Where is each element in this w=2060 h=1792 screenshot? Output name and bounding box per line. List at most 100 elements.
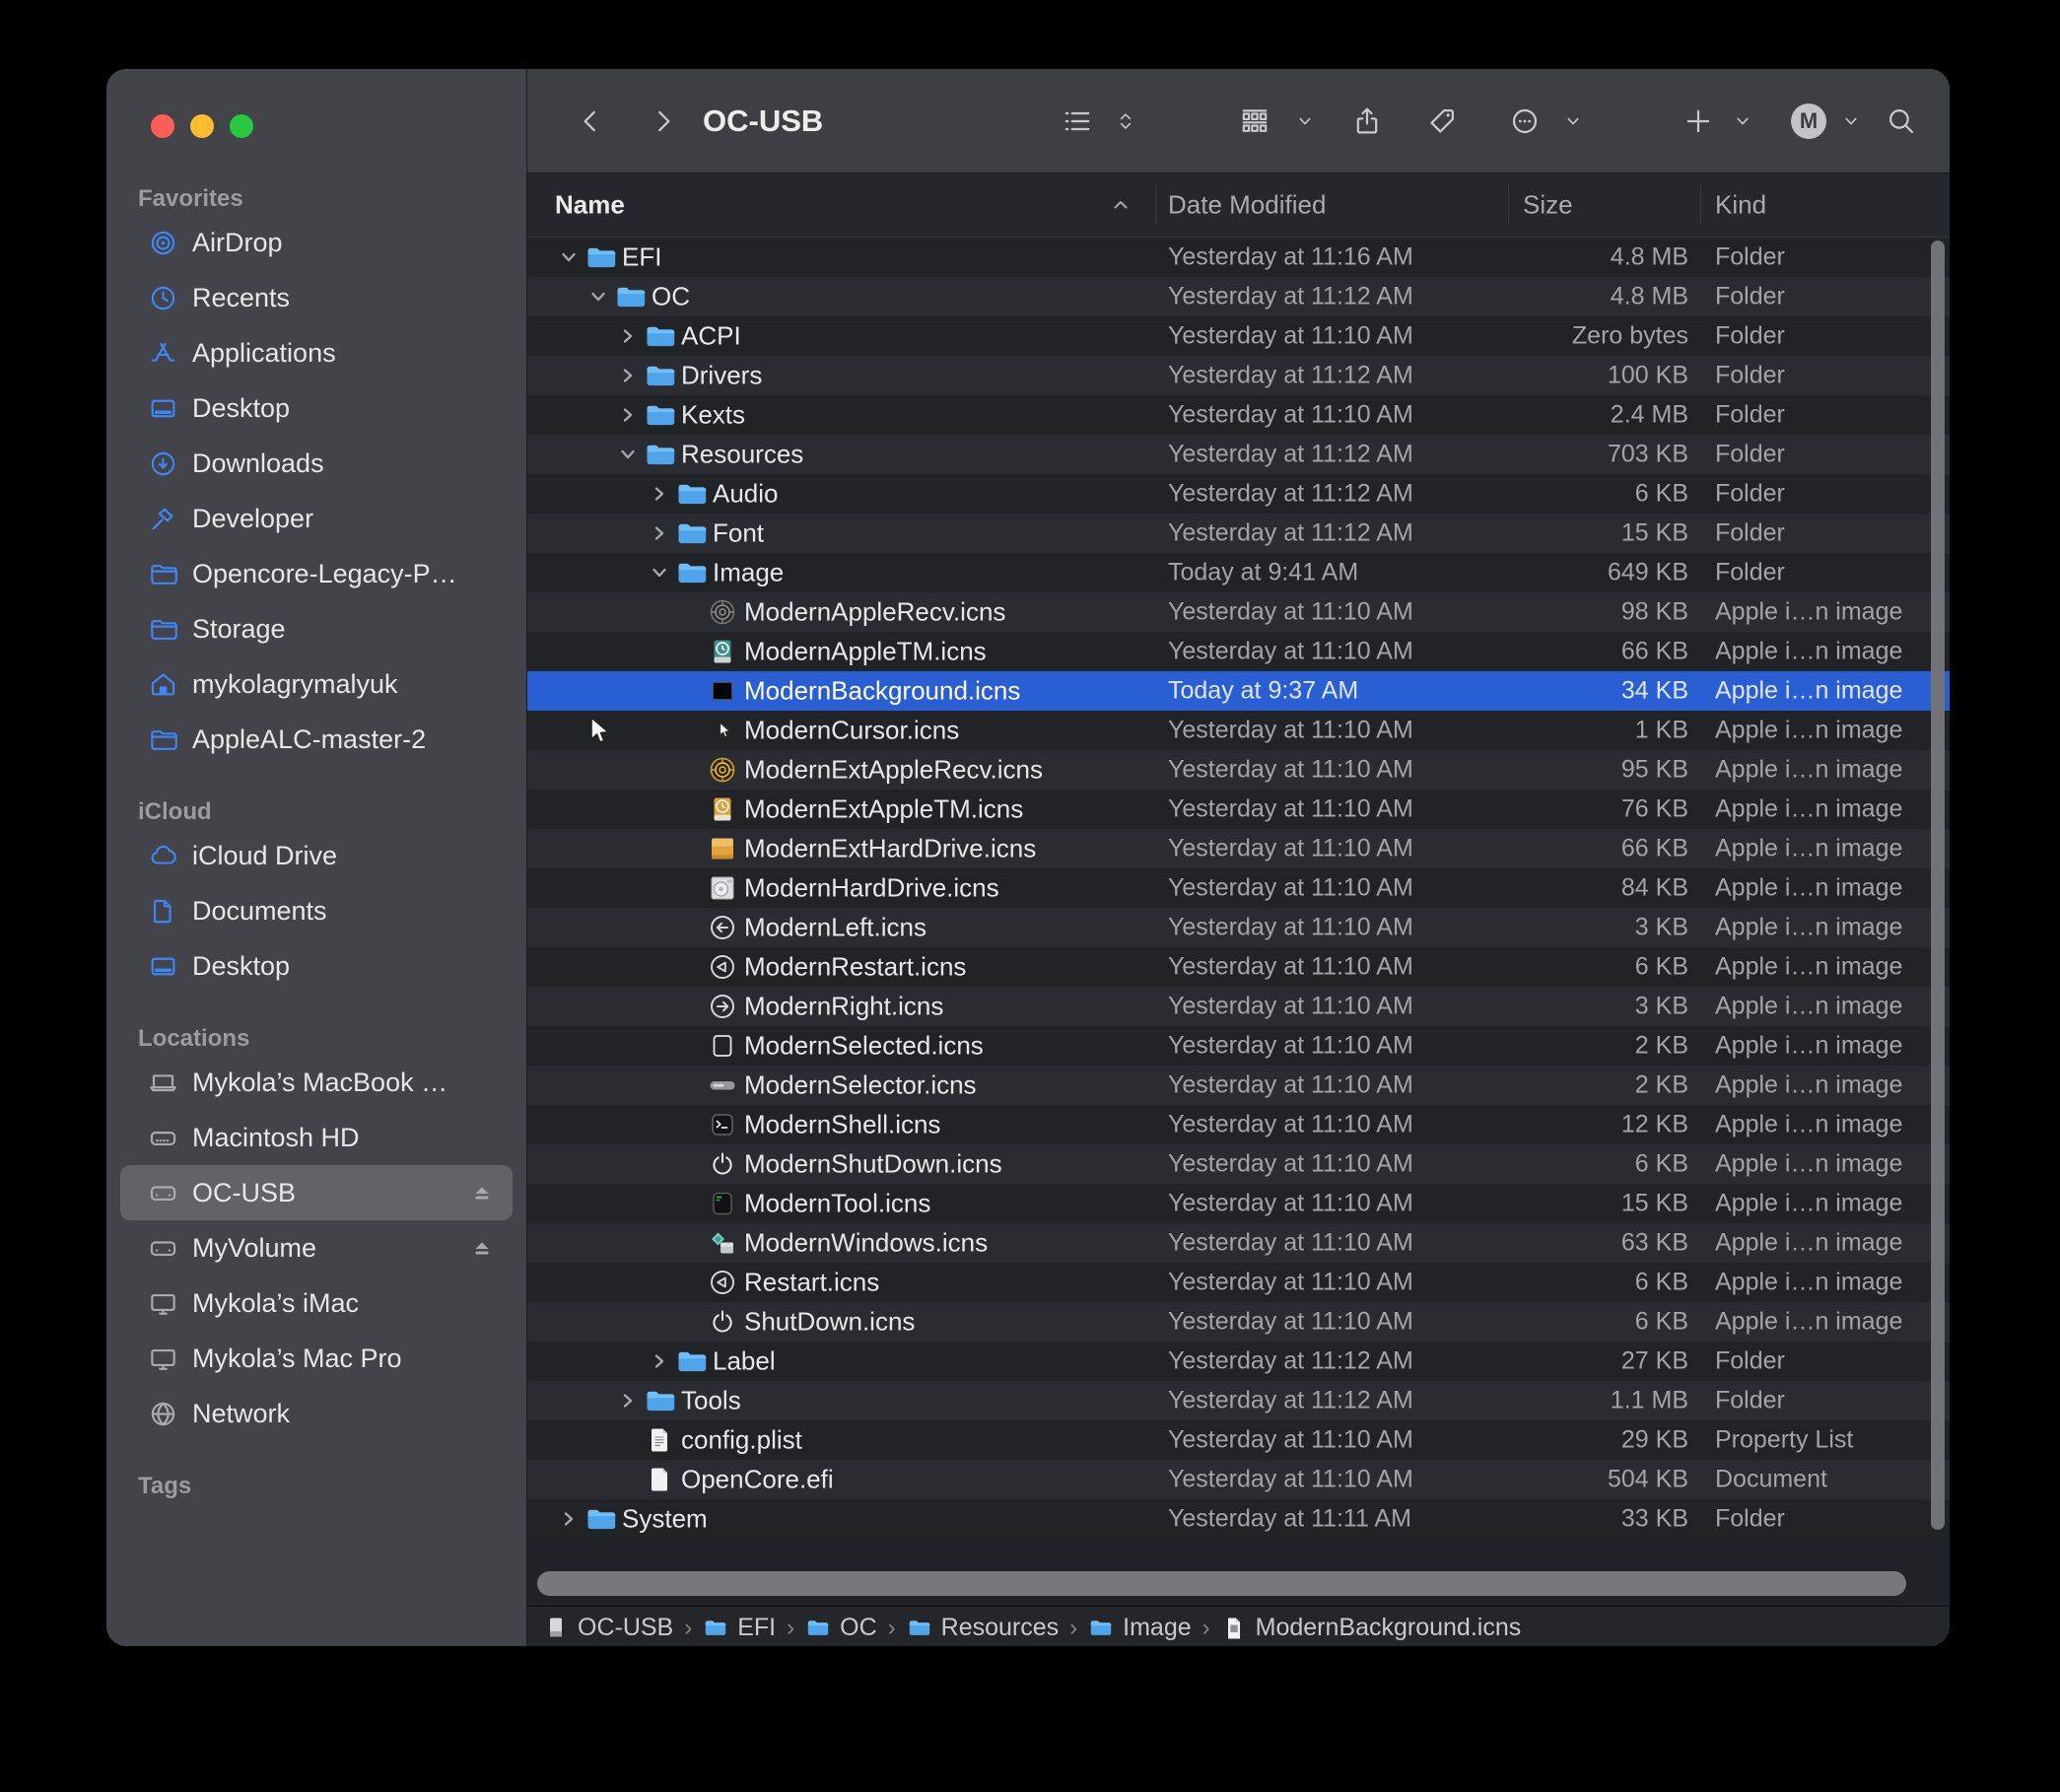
list-view-icon[interactable] [1062, 105, 1093, 137]
sidebar-item-recents[interactable]: Recents [120, 270, 513, 325]
disclosure-closed-icon[interactable] [650, 523, 669, 543]
sidebar-item-applealc-master-2[interactable]: AppleALC-master-2 [120, 712, 513, 767]
file-row-modernrestart-icns[interactable]: ModernRestart.icnsYesterday at 11:10 AM6… [527, 947, 1950, 987]
file-row-modernshutdown-icns[interactable]: ModernShutDown.icnsYesterday at 11:10 AM… [527, 1144, 1950, 1184]
back-button[interactable] [575, 105, 606, 137]
more-actions-icon[interactable] [1509, 105, 1541, 137]
sidebar-item-airdrop[interactable]: AirDrop [120, 215, 513, 270]
sidebar-item-opencore-legacy-pat-[interactable]: Opencore-Legacy-Pat… [120, 546, 513, 601]
account-chevron-icon[interactable] [1840, 110, 1862, 132]
file-row-modernwindows-icns[interactable]: ModernWindows.icnsYesterday at 11:10 AM6… [527, 1223, 1950, 1263]
file-size: 34 KB [1454, 677, 1688, 706]
file-row-opencore-efi[interactable]: OpenCore.efiYesterday at 11:10 AM504 KBD… [527, 1460, 1950, 1499]
file-row-moderntool-icns[interactable]: ModernTool.icnsYesterday at 11:10 AM15 K… [527, 1184, 1950, 1223]
file-row-audio[interactable]: AudioYesterday at 11:12 AM6 KBFolder [527, 474, 1950, 514]
add-chevron-icon[interactable] [1732, 110, 1753, 132]
sidebar-item-macintosh-hd[interactable]: Macintosh HD [120, 1110, 513, 1165]
file-row-shutdown-icns[interactable]: ShutDown.icnsYesterday at 11:10 AM6 KBAp… [527, 1302, 1950, 1342]
file-row-modernappletm-icns[interactable]: ModernAppleTM.icnsYesterday at 11:10 AM6… [527, 632, 1950, 671]
sidebar-item-downloads[interactable]: Downloads [120, 436, 513, 491]
file-row-modernleft-icns[interactable]: ModernLeft.icnsYesterday at 11:10 AM3 KB… [527, 908, 1950, 947]
minimize-button[interactable] [190, 114, 214, 138]
sidebar-item-mykola-s-mac-pro[interactable]: Mykola’s Mac Pro [120, 1331, 513, 1386]
column-header-size[interactable]: Size [1523, 190, 1573, 221]
sidebar-item-network[interactable]: Network [120, 1386, 513, 1441]
group-chevron-icon[interactable] [1294, 110, 1316, 132]
file-row-tools[interactable]: ToolsYesterday at 11:12 AM1.1 MBFolder [527, 1381, 1950, 1420]
sidebar-item-applications[interactable]: Applications [120, 325, 513, 380]
sidebar-item-mykola-s-imac[interactable]: Mykola’s iMac [120, 1275, 513, 1331]
file-row-modernselected-icns[interactable]: ModernSelected.icnsYesterday at 11:10 AM… [527, 1026, 1950, 1066]
eject-icon[interactable] [467, 1178, 497, 1207]
eject-icon[interactable] [467, 1233, 497, 1263]
tag-icon[interactable] [1426, 105, 1458, 137]
breadcrumb-item-oc-usb[interactable]: OC-USB [543, 1614, 673, 1642]
disclosure-closed-icon[interactable] [618, 1391, 638, 1411]
breadcrumb-item-resources[interactable]: Resources [907, 1614, 1060, 1642]
breadcrumb-item-efi[interactable]: EFI [703, 1614, 776, 1642]
breadcrumb-item-oc[interactable]: OC [805, 1614, 877, 1642]
disclosure-closed-icon[interactable] [650, 1351, 669, 1371]
file-row-modernapplerecv-icns[interactable]: ModernAppleRecv.icnsYesterday at 11:10 A… [527, 592, 1950, 632]
file-row-system[interactable]: SystemYesterday at 11:11 AM33 KBFolder [527, 1499, 1950, 1539]
file-row-image[interactable]: ImageToday at 9:41 AM649 KBFolder [527, 553, 1950, 592]
file-row-modernbackground-icns[interactable]: ModernBackground.icnsToday at 9:37 AM34 … [527, 671, 1950, 711]
file-row-modernright-icns[interactable]: ModernRight.icnsYesterday at 11:10 AM3 K… [527, 987, 1950, 1026]
selector-pill-icon [707, 1069, 738, 1101]
file-row-oc[interactable]: OCYesterday at 11:12 AM4.8 MBFolder [527, 277, 1950, 316]
sidebar-item-icloud-drive[interactable]: iCloud Drive [120, 828, 513, 883]
file-row-modernharddrive-icns[interactable]: ModernHardDrive.icnsYesterday at 11:10 A… [527, 868, 1950, 908]
sidebar-item-myvolume[interactable]: MyVolume [120, 1220, 513, 1275]
search-icon[interactable] [1886, 105, 1917, 137]
sidebar-item-storage[interactable]: Storage [120, 601, 513, 656]
file-row-efi[interactable]: EFIYesterday at 11:16 AM4.8 MBFolder [527, 238, 1950, 277]
disclosure-open-icon[interactable] [559, 247, 579, 267]
sidebar-item-mykola-s-macbook-pro[interactable]: Mykola’s MacBook Pro [120, 1055, 513, 1110]
file-row-config-plist[interactable]: config.plistYesterday at 11:10 AM29 KBPr… [527, 1420, 1950, 1460]
file-row-drivers[interactable]: DriversYesterday at 11:12 AM100 KBFolder [527, 356, 1950, 395]
group-by-icon[interactable] [1239, 105, 1270, 137]
account-avatar[interactable]: M [1791, 103, 1826, 139]
folder-icon [584, 241, 616, 273]
file-row-modernshell-icns[interactable]: ModernShell.icnsYesterday at 11:10 AM12 … [527, 1105, 1950, 1144]
file-row-modernextappletm-icns[interactable]: ModernExtAppleTM.icnsYesterday at 11:10 … [527, 790, 1950, 829]
file-row-acpi[interactable]: ACPIYesterday at 11:10 AMZero bytesFolde… [527, 316, 1950, 356]
forward-button[interactable] [648, 105, 679, 137]
file-row-modernextapplerecv-icns[interactable]: ModernExtAppleRecv.icnsYesterday at 11:1… [527, 750, 1950, 790]
file-row-font[interactable]: FontYesterday at 11:12 AM15 KBFolder [527, 514, 1950, 553]
share-icon[interactable] [1351, 105, 1383, 137]
sidebar-item-mykolagrymalyuk[interactable]: mykolagrymalyuk [120, 656, 513, 712]
disclosure-open-icon[interactable] [650, 563, 669, 583]
file-row-kexts[interactable]: KextsYesterday at 11:10 AM2.4 MBFolder [527, 395, 1950, 435]
file-row-modernextharddrive-icns[interactable]: ModernExtHardDrive.icnsYesterday at 11:1… [527, 829, 1950, 868]
breadcrumb-item-image[interactable]: Image [1088, 1614, 1191, 1642]
file-row-label[interactable]: LabelYesterday at 11:12 AM27 KBFolder [527, 1342, 1950, 1381]
zoom-button[interactable] [230, 114, 253, 138]
disclosure-closed-icon[interactable] [559, 1509, 579, 1529]
sidebar-item-documents[interactable]: Documents [120, 883, 513, 938]
sidebar-item-desktop[interactable]: Desktop [120, 938, 513, 994]
column-header-name[interactable]: Name [555, 190, 625, 221]
disclosure-open-icon[interactable] [588, 287, 608, 307]
sidebar-item-developer[interactable]: Developer [120, 491, 513, 546]
file-row-modernselector-icns[interactable]: ModernSelector.icnsYesterday at 11:10 AM… [527, 1066, 1950, 1105]
disclosure-closed-icon[interactable] [618, 405, 638, 425]
file-row-restart-icns[interactable]: Restart.icnsYesterday at 11:10 AM6 KBApp… [527, 1263, 1950, 1302]
add-icon[interactable] [1682, 105, 1714, 137]
disclosure-closed-icon[interactable] [650, 484, 669, 504]
sidebar-item-desktop[interactable]: Desktop [120, 380, 513, 436]
close-button[interactable] [151, 114, 174, 138]
breadcrumb-item-modernbackground-icns[interactable]: ModernBackground.icns [1221, 1614, 1522, 1642]
view-chevrons-icon[interactable] [1115, 110, 1136, 132]
disclosure-closed-icon[interactable] [618, 366, 638, 385]
disclosure-open-icon[interactable] [618, 445, 638, 464]
horizontal-scrollbar[interactable] [537, 1571, 1906, 1596]
column-header-date[interactable]: Date Modified [1168, 190, 1326, 221]
vertical-scrollbar[interactable] [1931, 241, 1945, 1530]
column-header-kind[interactable]: Kind [1715, 190, 1766, 221]
more-chevron-icon[interactable] [1562, 110, 1584, 132]
sidebar-item-oc-usb[interactable]: OC-USB [120, 1165, 513, 1220]
file-row-moderncursor-icns[interactable]: ModernCursor.icnsYesterday at 11:10 AM1 … [527, 711, 1950, 750]
disclosure-closed-icon[interactable] [618, 326, 638, 346]
file-row-resources[interactable]: ResourcesYesterday at 11:12 AM703 KBFold… [527, 435, 1950, 474]
